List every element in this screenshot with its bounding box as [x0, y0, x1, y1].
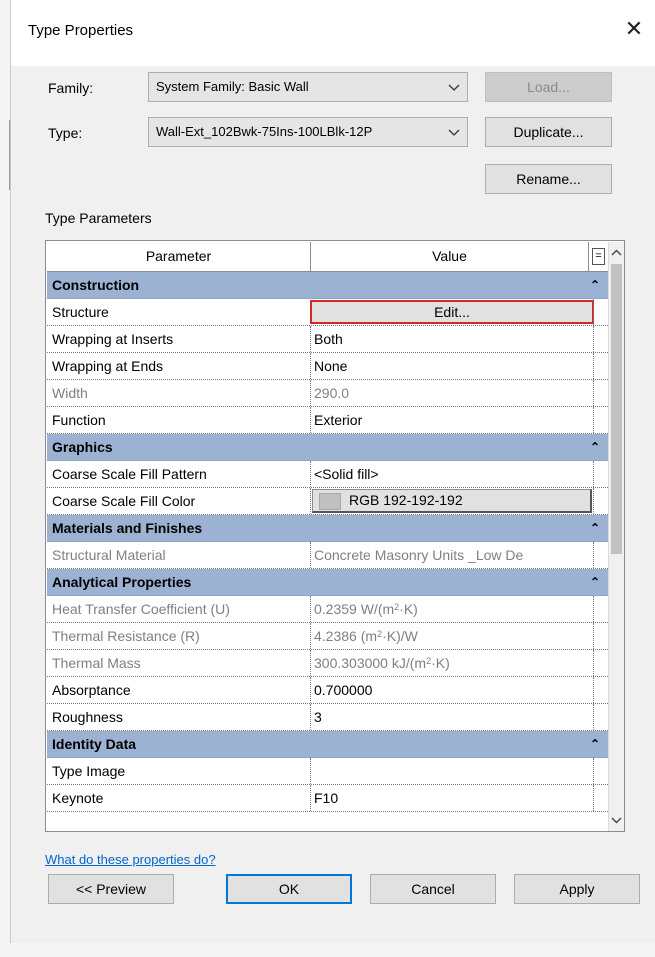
- param-row-heat-transfer: Heat Transfer Coefficient (U) 0.2359 W/(…: [47, 596, 608, 623]
- preview-button[interactable]: << Preview: [48, 874, 174, 904]
- rename-button[interactable]: Rename...: [485, 164, 612, 194]
- load-button[interactable]: Load...: [485, 72, 612, 102]
- group-label: Identity Data: [52, 736, 137, 752]
- type-dropdown[interactable]: Wall-Ext_102Bwk-75Ins-100LBlk-12P: [148, 117, 468, 147]
- color-swatch: [319, 493, 341, 510]
- collapse-icon[interactable]: ⌃: [590, 569, 600, 596]
- value-column-header[interactable]: Value: [311, 242, 589, 271]
- param-name: Function: [52, 412, 106, 428]
- dialog-title: Type Properties: [28, 22, 134, 39]
- group-label: Materials and Finishes: [52, 520, 203, 536]
- param-value: 0.2359 W/(m2·K): [314, 601, 418, 617]
- param-row-fill-pattern[interactable]: Coarse Scale Fill Pattern <Solid fill>: [47, 461, 608, 488]
- param-row-roughness[interactable]: Roughness 3: [47, 704, 608, 731]
- close-icon[interactable]: ✕: [619, 14, 649, 44]
- param-value: 300.303000 kJ/(m2·K): [314, 655, 450, 671]
- param-row-absorptance[interactable]: Absorptance 0.700000: [47, 677, 608, 704]
- param-row-wrapping-ends[interactable]: Wrapping at Ends None: [47, 353, 608, 380]
- param-value[interactable]: 3: [314, 704, 592, 730]
- param-row-function[interactable]: Function Exterior: [47, 407, 608, 434]
- param-name: Absorptance: [52, 682, 131, 698]
- family-value: System Family: Basic Wall: [156, 79, 309, 94]
- ok-button[interactable]: OK: [226, 874, 352, 904]
- title-bar: Type Properties ✕: [11, 0, 655, 66]
- chevron-down-icon: [448, 129, 460, 136]
- param-name: Structure: [52, 304, 109, 320]
- param-name: Coarse Scale Fill Pattern: [52, 466, 207, 482]
- cancel-button[interactable]: Cancel: [370, 874, 496, 904]
- param-name: Thermal Mass: [52, 655, 141, 671]
- group-materials-finishes[interactable]: Materials and Finishes ⌃: [47, 515, 608, 542]
- param-row-thermal-mass: Thermal Mass 300.303000 kJ/(m2·K): [47, 650, 608, 677]
- group-identity-data[interactable]: Identity Data ⌃: [47, 731, 608, 758]
- param-value[interactable]: F10: [314, 785, 592, 811]
- type-properties-dialog: Type Properties ✕ Family: System Family:…: [10, 0, 655, 943]
- chevron-down-icon: [448, 84, 460, 91]
- param-row-type-image[interactable]: Type Image: [47, 758, 608, 785]
- param-value[interactable]: None: [314, 353, 592, 379]
- param-value: Concrete Masonry Units _Low De: [314, 547, 524, 563]
- param-value[interactable]: [314, 758, 592, 784]
- collapse-icon[interactable]: ⌃: [590, 272, 600, 299]
- param-name: Coarse Scale Fill Color: [52, 493, 196, 509]
- group-analytical-properties[interactable]: Analytical Properties ⌃: [47, 569, 608, 596]
- help-link[interactable]: What do these properties do?: [45, 852, 216, 867]
- param-name: Thermal Resistance (R): [52, 628, 200, 644]
- formula-column-header[interactable]: =: [592, 248, 605, 265]
- param-row-wrapping-inserts[interactable]: Wrapping at Inserts Both: [47, 326, 608, 353]
- param-row-structure[interactable]: Structure Edit...: [47, 299, 608, 326]
- collapse-icon[interactable]: ⌃: [590, 731, 600, 758]
- grid-header: Parameter Value =: [47, 242, 608, 272]
- param-name: Roughness: [52, 709, 123, 725]
- background-window-bottom: [0, 943, 655, 957]
- param-name: Structural Material: [52, 547, 166, 563]
- scroll-thumb[interactable]: [611, 264, 622, 554]
- color-value: RGB 192-192-192: [349, 492, 463, 508]
- param-name: Heat Transfer Coefficient (U): [52, 601, 230, 617]
- parameter-column-header[interactable]: Parameter: [47, 242, 311, 271]
- structure-edit-button[interactable]: Edit...: [310, 300, 594, 324]
- type-parameters-label: Type Parameters: [45, 210, 152, 226]
- group-label: Construction: [52, 277, 140, 293]
- collapse-icon[interactable]: ⌃: [590, 515, 600, 542]
- param-name: Wrapping at Ends: [52, 358, 164, 374]
- collapse-icon[interactable]: ⌃: [590, 434, 600, 461]
- param-value[interactable]: <Solid fill>: [314, 461, 592, 487]
- scroll-down-icon[interactable]: [609, 811, 624, 829]
- param-row-width: Width 290.0: [47, 380, 608, 407]
- grid-scrollbar[interactable]: [608, 242, 624, 831]
- param-row-fill-color[interactable]: Coarse Scale Fill Color RGB 192-192-192: [47, 488, 608, 515]
- parameters-grid: Parameter Value = Construction ⌃ Structu…: [45, 240, 625, 832]
- param-value[interactable]: Exterior: [314, 407, 592, 433]
- param-value[interactable]: 0.700000: [314, 677, 592, 703]
- param-row-keynote[interactable]: Keynote F10: [47, 785, 608, 812]
- param-value: 290.0: [314, 385, 350, 401]
- param-name: Width: [52, 385, 88, 401]
- group-construction[interactable]: Construction ⌃: [47, 272, 608, 299]
- family-dropdown[interactable]: System Family: Basic Wall: [148, 72, 468, 102]
- param-row-structural-material: Structural Material Concrete Masonry Uni…: [47, 542, 608, 569]
- group-label: Graphics: [52, 439, 113, 455]
- group-graphics[interactable]: Graphics ⌃: [47, 434, 608, 461]
- param-value[interactable]: Both: [314, 326, 592, 352]
- scroll-up-icon[interactable]: [609, 244, 624, 262]
- param-name: Keynote: [52, 790, 104, 806]
- param-name: Type Image: [52, 763, 126, 779]
- type-label: Type:: [48, 125, 83, 141]
- family-label: Family:: [48, 80, 94, 96]
- type-value: Wall-Ext_102Bwk-75Ins-100LBlk-12P: [156, 124, 373, 139]
- param-name: Wrapping at Inserts: [52, 331, 174, 347]
- param-row-thermal-resistance: Thermal Resistance (R) 4.2386 (m2·K)/W: [47, 623, 608, 650]
- param-value: 4.2386 (m2·K)/W: [314, 628, 418, 644]
- duplicate-button[interactable]: Duplicate...: [485, 117, 612, 147]
- group-label: Analytical Properties: [52, 574, 192, 590]
- fill-color-button[interactable]: RGB 192-192-192: [312, 489, 592, 513]
- apply-button[interactable]: Apply: [514, 874, 640, 904]
